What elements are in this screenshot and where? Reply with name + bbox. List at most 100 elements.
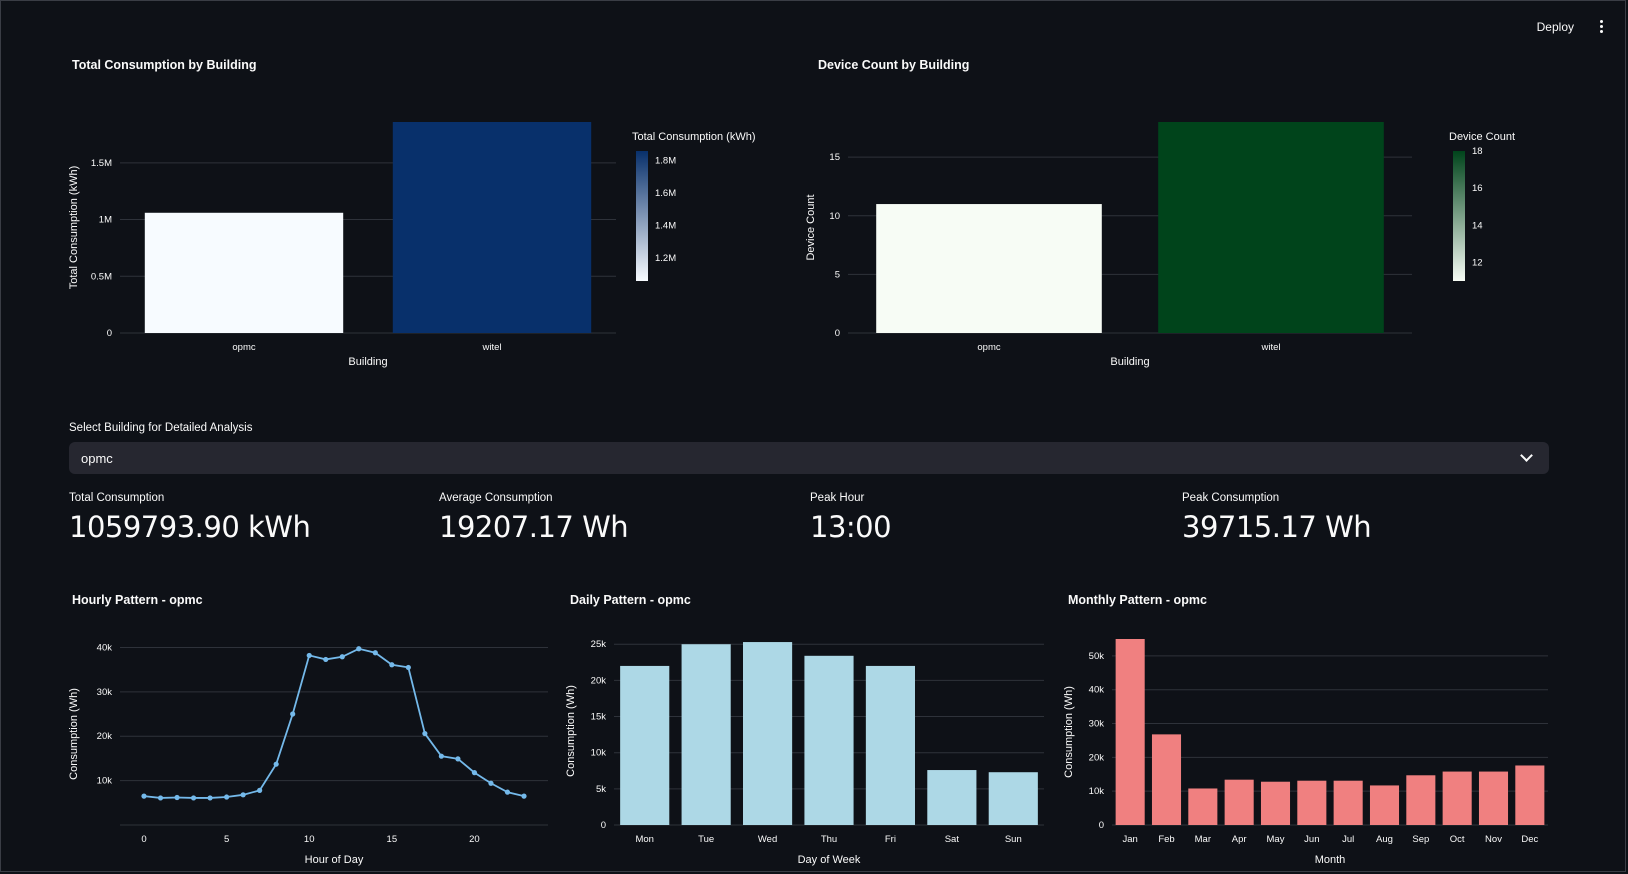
y-tick-label: 0 bbox=[835, 328, 840, 339]
colorbar-title: Device Count bbox=[1449, 131, 1515, 143]
bar-feb bbox=[1151, 734, 1182, 825]
x-tick-label: witel bbox=[1260, 342, 1280, 353]
metric-value: 39715.17 Wh bbox=[1182, 510, 1372, 544]
bar-oct bbox=[1442, 771, 1472, 825]
series-line bbox=[143, 647, 525, 799]
bar-jul bbox=[1333, 780, 1363, 825]
y-tick-label: 10k bbox=[1089, 786, 1105, 797]
bar-sep bbox=[1406, 775, 1436, 825]
y-tick-label: 5k bbox=[596, 784, 606, 795]
bar-apr bbox=[1224, 779, 1254, 825]
metric-value: 19207.17 Wh bbox=[439, 510, 629, 544]
kebab-menu-icon[interactable] bbox=[1596, 19, 1606, 35]
hourly-pattern-chart: Hourly Pattern - opmc 10k 20k 30k 40k Hour o… bbox=[68, 593, 558, 874]
y-tick-label: 25k bbox=[591, 639, 607, 650]
chart-title: Total Consumption by Building bbox=[72, 58, 257, 72]
x-tick-label: opmc bbox=[977, 342, 1000, 353]
y-axis-title: Consumption (Wh) bbox=[68, 688, 80, 780]
x-tick-label: Jul bbox=[1342, 834, 1354, 845]
data-point bbox=[339, 654, 345, 660]
data-point bbox=[389, 662, 395, 668]
bar-jun bbox=[1297, 780, 1327, 825]
chevron-down-icon[interactable] bbox=[1520, 449, 1533, 462]
building-select-label: Select Building for Detailed Analysis bbox=[69, 422, 253, 434]
x-tick-label: Jun bbox=[1304, 834, 1319, 845]
metric-value: 13:00 bbox=[810, 510, 892, 544]
chart-title: Daily Pattern - opmc bbox=[570, 593, 691, 607]
chart-title: Monthly Pattern - opmc bbox=[1068, 593, 1207, 607]
metric-label: Peak Consumption bbox=[1182, 492, 1280, 504]
y-axis-title: Consumption (Wh) bbox=[565, 685, 577, 777]
y-tick-label: 10k bbox=[97, 776, 113, 787]
data-point bbox=[157, 795, 164, 801]
x-tick-label: witel bbox=[481, 342, 501, 353]
x-axis-title: Building bbox=[348, 356, 387, 368]
x-tick-label: May bbox=[1267, 834, 1285, 845]
metric-label: Peak Hour bbox=[810, 492, 865, 504]
data-point bbox=[356, 646, 362, 652]
monthly-pattern-svg: 0 10k 20k 30k 40k 50k Month Consumption (Wh) Jan… bbox=[1063, 639, 1548, 866]
x-tick-label: Thu bbox=[821, 834, 837, 845]
y-tick-label: 10 bbox=[829, 211, 840, 222]
y-tick-label: 0.5M bbox=[91, 271, 112, 282]
x-axis-title: Day of Week bbox=[798, 854, 861, 866]
x-tick-label: Aug bbox=[1376, 834, 1393, 845]
bar-aug bbox=[1369, 785, 1400, 825]
x-tick-label: 20 bbox=[469, 834, 480, 845]
x-tick-label: Sat bbox=[945, 834, 960, 845]
y-tick-label: 0 bbox=[601, 820, 606, 831]
x-tick-label: Mar bbox=[1195, 834, 1211, 845]
x-tick-label: 0 bbox=[141, 834, 146, 845]
x-tick-label: Jan bbox=[1123, 834, 1138, 845]
building-select[interactable]: opmc bbox=[69, 442, 1549, 474]
data-point bbox=[471, 770, 478, 776]
x-tick-label: Feb bbox=[1158, 834, 1174, 845]
metric-average-consumption: Average Consumption 19207.17 Wh bbox=[439, 492, 629, 544]
data-point bbox=[240, 792, 246, 798]
data-point bbox=[224, 794, 230, 800]
x-axis-title: Building bbox=[1110, 356, 1149, 368]
bar-opmc bbox=[876, 204, 1102, 333]
colorbar-tick-label: 1.6M bbox=[655, 188, 676, 199]
data-point bbox=[455, 756, 461, 762]
x-axis-title: Month bbox=[1315, 854, 1346, 866]
chart-title: Device Count by Building bbox=[818, 58, 970, 72]
data-point bbox=[422, 730, 428, 737]
colorbar-tick-label: 14 bbox=[1472, 220, 1483, 231]
daily-pattern-svg: 0 5k 10k 15k 20k 25k Day of Week Consumption (W… bbox=[565, 639, 1044, 866]
x-tick-label: 10 bbox=[304, 834, 315, 845]
y-tick-label: 5 bbox=[835, 269, 840, 280]
colorbar-title: Total Consumption (kWh) bbox=[632, 131, 756, 143]
colorbar bbox=[636, 151, 648, 281]
data-point bbox=[521, 793, 527, 799]
consumption-chart: Total Consumption by Building 0 0.5M 1M 1.5… bbox=[68, 58, 808, 378]
bar-sat bbox=[927, 770, 977, 825]
bar-mon bbox=[620, 665, 670, 825]
y-tick-label: 1.5M bbox=[91, 158, 112, 169]
chart-title: Hourly Pattern - opmc bbox=[72, 593, 203, 607]
data-point bbox=[504, 789, 511, 795]
y-tick-label: 20k bbox=[1089, 752, 1105, 763]
deploy-button[interactable]: Deploy bbox=[1533, 18, 1578, 36]
y-tick-label: 30k bbox=[97, 687, 113, 698]
y-tick-label: 40k bbox=[97, 642, 113, 653]
y-tick-label: 1M bbox=[99, 215, 112, 226]
bar-witel bbox=[392, 122, 592, 333]
x-tick-label: opmc bbox=[232, 342, 255, 353]
colorbar-tick-label: 1.4M bbox=[655, 221, 676, 232]
x-tick-label: Mon bbox=[635, 834, 653, 845]
data-point bbox=[207, 795, 213, 801]
data-point bbox=[438, 753, 444, 759]
device-count-chart-svg: 0 5 10 15 Building Device Count opmc witel Devic… bbox=[805, 122, 1515, 368]
top-toolbar: Deploy bbox=[1533, 18, 1606, 36]
data-point bbox=[323, 656, 329, 663]
bar-dec bbox=[1515, 765, 1545, 825]
colorbar-tick-label: 1.8M bbox=[655, 156, 676, 167]
bar-opmc bbox=[144, 212, 344, 333]
y-axis-title: Consumption (Wh) bbox=[1063, 686, 1075, 778]
x-axis-title: Hour of Day bbox=[305, 854, 364, 866]
x-tick-label: 5 bbox=[224, 834, 229, 845]
y-tick-label: 20k bbox=[591, 675, 607, 686]
bar-mar bbox=[1188, 788, 1218, 825]
building-select-value: opmc bbox=[81, 450, 113, 466]
